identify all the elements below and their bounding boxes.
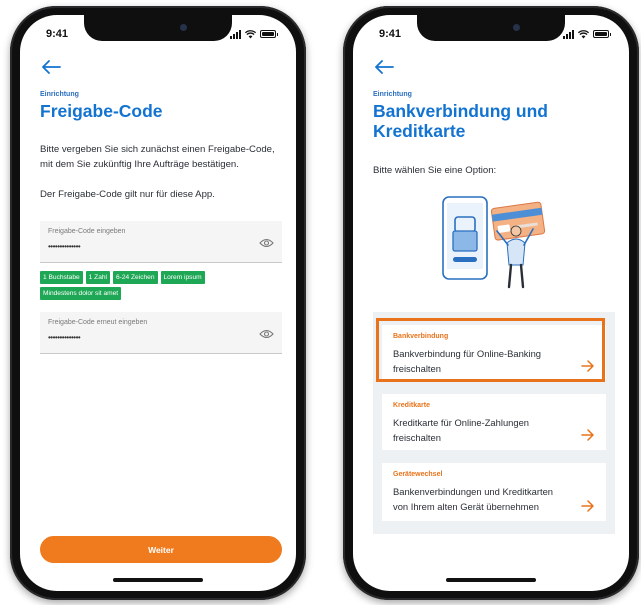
code-rules: 1 Buchstabe 1 Zahl 6-24 Zeichen Lorem ip… bbox=[40, 271, 282, 300]
option-description-line2: von Ihrem alten Gerät übernehmen bbox=[393, 500, 539, 512]
option-description: Bankenverbindungen und Kreditkarten von … bbox=[393, 485, 576, 514]
code-field[interactable]: Freigabe-Code eingeben •••••••••••••• bbox=[40, 221, 282, 263]
notch bbox=[84, 15, 232, 41]
highlight-frame bbox=[376, 318, 605, 382]
eye-icon[interactable] bbox=[259, 238, 274, 248]
option-title: Kreditkarte bbox=[393, 402, 430, 409]
rule-chip: 1 Buchstabe bbox=[40, 271, 83, 284]
status-time: 9:41 bbox=[46, 28, 69, 40]
option-description-line1: Bankenverbindungen und Kreditkarten bbox=[393, 486, 554, 497]
option-card-geraetewechsel[interactable]: Gerätewechsel Bankenverbindungen und Kre… bbox=[382, 463, 606, 521]
screen-freigabe-code: 9:41 Einrichtung Freigabe-Code Bitte ver… bbox=[20, 15, 296, 591]
code-repeat-field-value[interactable]: •••••••••••••• bbox=[48, 333, 81, 342]
page-title: Freigabe-Code bbox=[40, 101, 163, 121]
rule-chip: 6-24 Zeichen bbox=[113, 271, 158, 284]
signal-icon bbox=[563, 29, 574, 39]
page-title: Bankverbindung und Kreditkarte bbox=[373, 101, 548, 141]
back-arrow-icon[interactable] bbox=[40, 59, 62, 75]
battery-icon bbox=[593, 30, 611, 38]
option-card-kreditkarte[interactable]: Kreditkarte Kreditkarte für Online-Zahlu… bbox=[382, 394, 606, 450]
phone-card-illustration bbox=[442, 196, 546, 289]
screen-bankverbindung: 9:41 Einrichtung Bankverbindung und Kred… bbox=[353, 15, 629, 591]
home-indicator bbox=[446, 578, 536, 582]
option-description: Kreditkarte für Online-Zahlungen freisch… bbox=[393, 416, 576, 445]
code-repeat-field-label: Freigabe-Code erneut eingeben bbox=[48, 319, 148, 326]
setup-eyebrow: Einrichtung bbox=[373, 91, 412, 98]
arrow-right-icon bbox=[581, 500, 594, 512]
status-time: 9:41 bbox=[379, 28, 402, 40]
intro-text: Bitte vergeben Sie sich zunächst einen F… bbox=[40, 144, 275, 170]
signal-icon bbox=[230, 29, 241, 39]
eye-icon[interactable] bbox=[259, 329, 274, 339]
phone-freigabe-code: 9:41 Einrichtung Freigabe-Code Bitte ver… bbox=[10, 6, 306, 600]
continue-button[interactable]: Weiter bbox=[40, 536, 282, 563]
arrow-right-icon bbox=[581, 429, 594, 441]
rule-chip: 1 Zahl bbox=[85, 271, 110, 284]
option-description-line1: Kreditkarte für Online-Zahlungen bbox=[393, 417, 530, 428]
page-title-line1: Bankverbindung und bbox=[373, 101, 548, 121]
rule-chip: Mindestens dolor sit amet bbox=[40, 287, 122, 300]
home-indicator bbox=[113, 578, 203, 582]
setup-eyebrow: Einrichtung bbox=[40, 91, 79, 98]
wifi-icon bbox=[245, 29, 256, 38]
option-description-line2: freischalten bbox=[393, 431, 441, 443]
notch bbox=[417, 15, 565, 41]
phone-bankverbindung: 9:41 Einrichtung Bankverbindung und Kred… bbox=[343, 6, 639, 600]
option-prompt: Bitte wählen Sie eine Option: bbox=[373, 165, 497, 176]
code-field-label: Freigabe-Code eingeben bbox=[48, 228, 126, 235]
wifi-icon bbox=[578, 29, 589, 38]
note-text: Der Freigabe-Code gilt nur für diese App… bbox=[40, 189, 215, 200]
back-arrow-icon[interactable] bbox=[373, 59, 395, 75]
rule-chip: Lorem ipsum bbox=[160, 271, 205, 284]
option-title: Gerätewechsel bbox=[393, 471, 443, 478]
code-field-value[interactable]: •••••••••••••• bbox=[48, 242, 81, 251]
battery-icon bbox=[260, 30, 278, 38]
page-title-line2: Kreditkarte bbox=[373, 121, 466, 142]
code-repeat-field[interactable]: Freigabe-Code erneut eingeben ••••••••••… bbox=[40, 312, 282, 354]
